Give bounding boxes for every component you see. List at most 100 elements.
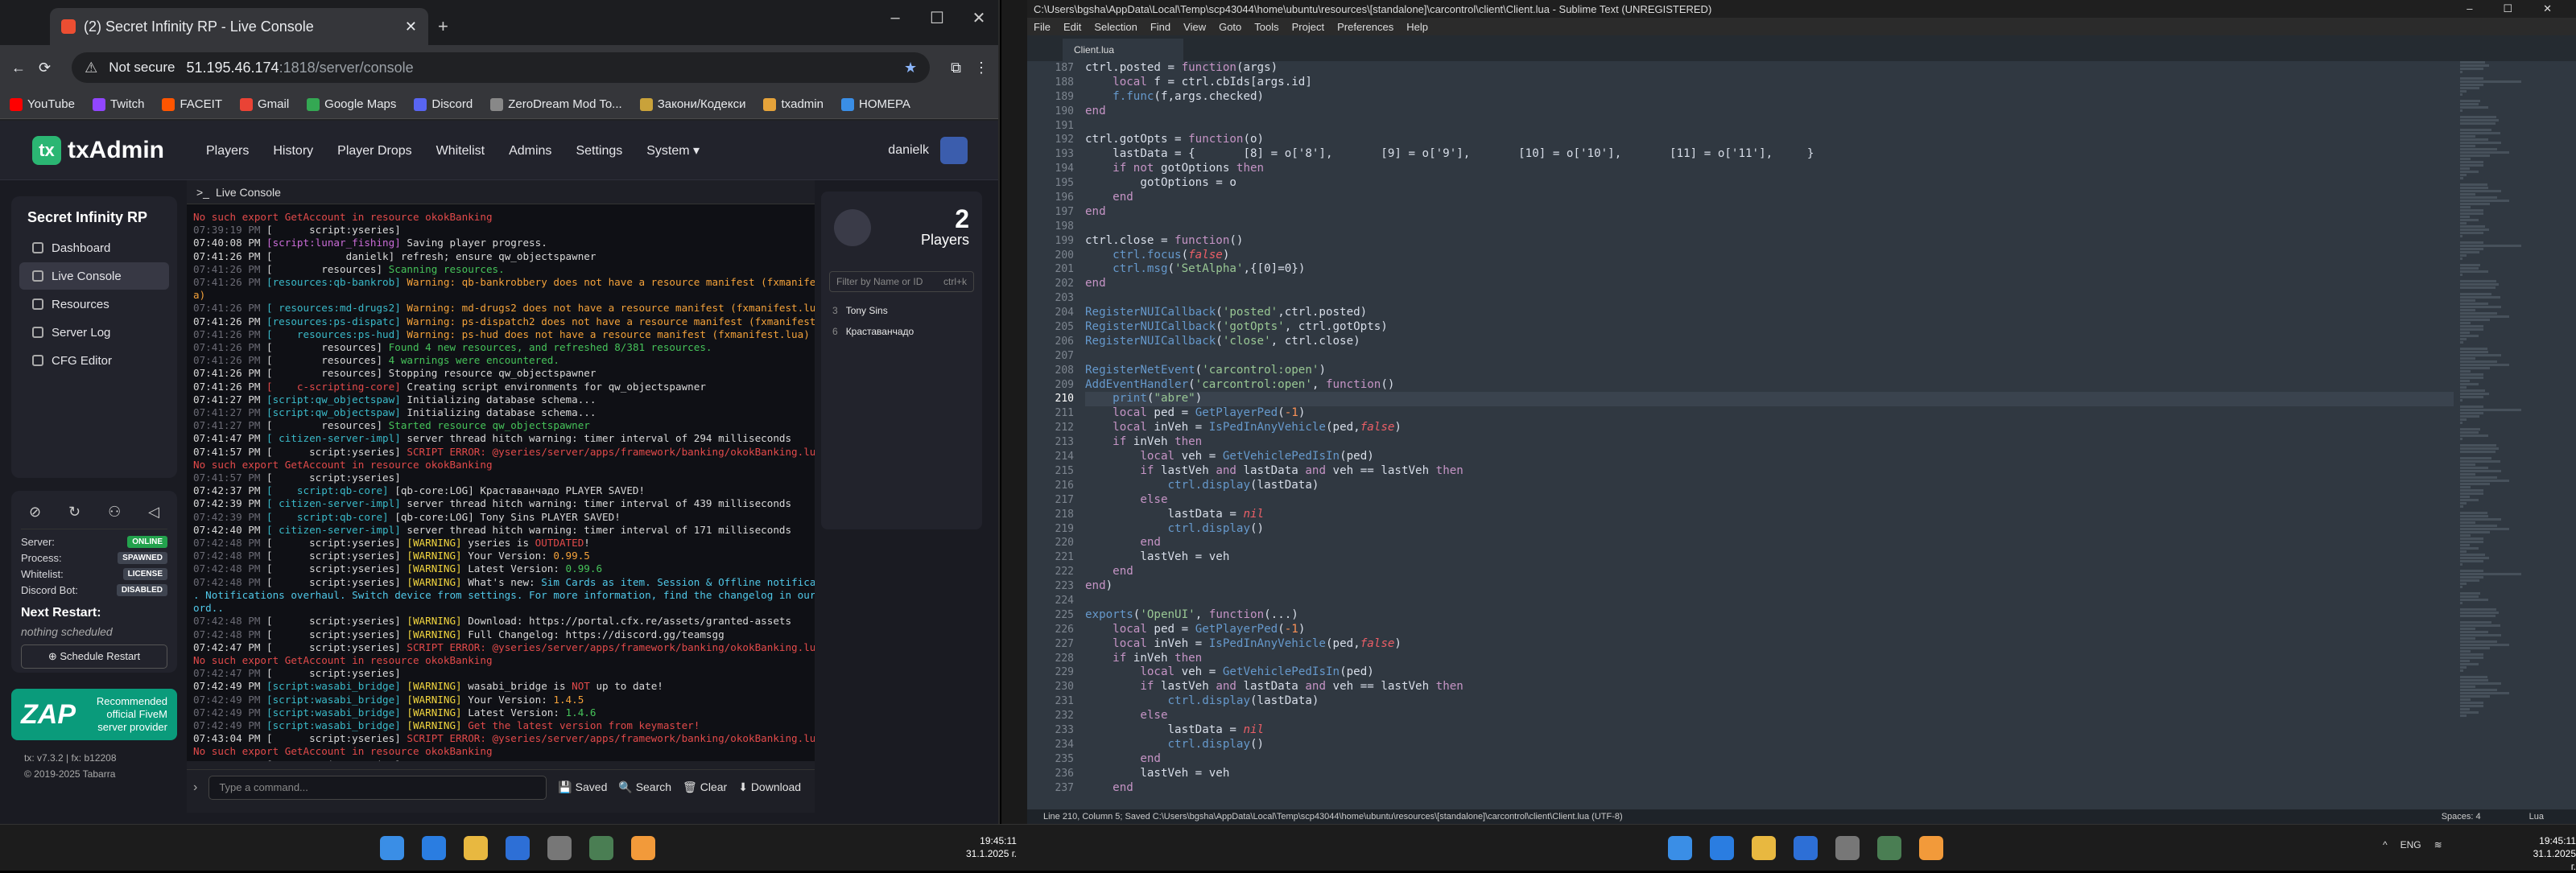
nav-link-6[interactable]: System ▾ — [646, 144, 700, 158]
sidebar-item-4[interactable]: CFG Editor — [19, 347, 169, 374]
indentation-setting[interactable]: Spaces: 4 — [2442, 812, 2481, 822]
nav-link-4[interactable]: Admins — [509, 144, 551, 158]
minimap-line — [2460, 161, 2483, 163]
app-icon-2[interactable] — [1877, 836, 1901, 860]
user-menu[interactable]: danielk — [888, 136, 968, 164]
sidebar-item-0[interactable]: Dashboard — [19, 234, 169, 261]
code-editor[interactable]: 187 188 189 190 191 192 193 194 195 196 197 198 199 2… — [1027, 61, 2521, 801]
bookmark-5[interactable]: Discord — [414, 97, 473, 111]
bookmark-6[interactable]: ZeroDream Mod To... — [490, 97, 622, 111]
menu-item-tools[interactable]: Tools — [1254, 21, 1278, 33]
sidebar-item-1[interactable]: Live Console — [19, 262, 169, 290]
back-icon[interactable]: ← — [11, 60, 26, 76]
clear-button[interactable]: 🗑 Clear — [683, 780, 727, 794]
sublime-icon[interactable] — [631, 836, 655, 860]
menu-item-preferences[interactable]: Preferences — [1337, 21, 1393, 33]
tray-arrow-icon[interactable]: ^ — [2383, 839, 2388, 850]
player-row[interactable]: 6 Краставанчадо — [821, 321, 982, 342]
menu-icon[interactable]: ⋮ — [974, 60, 989, 76]
app-icon[interactable] — [547, 836, 572, 860]
kick-all-icon[interactable]: ⚇ — [108, 504, 121, 521]
language-indicator[interactable]: ENG — [2401, 839, 2421, 850]
new-tab-icon[interactable]: + — [438, 16, 448, 37]
bookmark-7[interactable]: Закони/Кодекси — [639, 97, 745, 111]
file-explorer-icon[interactable] — [464, 836, 488, 860]
menu-item-edit[interactable]: Edit — [1063, 21, 1081, 33]
sublime-icon[interactable] — [1919, 836, 1943, 860]
close-icon[interactable]: ✕ — [2543, 2, 2552, 15]
command-input[interactable]: Type a command... — [208, 775, 547, 800]
clock-right[interactable]: 19:45:11 31.1.2025 г. — [2528, 834, 2576, 873]
close-icon[interactable]: ✕ — [958, 0, 998, 35]
extensions-icon[interactable]: ⧉ — [951, 60, 961, 76]
windows-start-icon[interactable] — [1668, 836, 1692, 860]
maximize-icon[interactable]: ☐ — [916, 0, 958, 35]
bookmark-4[interactable]: Google Maps — [307, 97, 396, 111]
edge-icon[interactable] — [1710, 836, 1734, 860]
minimap-line — [2460, 612, 2500, 614]
windows-start-icon[interactable] — [380, 836, 404, 860]
sidebar-item-2[interactable]: Resources — [19, 290, 169, 318]
warning-icon[interactable]: ⚠ — [85, 60, 97, 76]
menu-item-help[interactable]: Help — [1406, 21, 1428, 33]
minimize-icon[interactable]: – — [874, 0, 916, 35]
restart-icon[interactable]: ↻ — [68, 504, 80, 521]
player-row[interactable]: 3 Tony Sins — [821, 300, 982, 321]
console-segment: 07:42:48 PM — [193, 575, 266, 588]
syntax-setting[interactable]: Lua — [2529, 812, 2544, 822]
nav-link-2[interactable]: Player Drops — [337, 144, 411, 158]
tab-client-lua[interactable]: Client.lua — [1063, 39, 1183, 61]
nav-link-1[interactable]: History — [273, 144, 313, 158]
reload-icon[interactable]: ⟳ — [39, 60, 51, 76]
file-explorer-icon[interactable] — [1752, 836, 1776, 860]
console-segment: [WARNING] — [407, 693, 469, 706]
download-button[interactable]: ⬇ Download — [738, 780, 801, 794]
txadmin-logo[interactable]: tx txAdmin — [32, 135, 164, 165]
zap-hosting-banner[interactable]: ZAP Recommended official FiveM server pr… — [11, 689, 177, 740]
console-output[interactable]: No such export GetAccount in resource ok… — [187, 204, 815, 761]
search-button[interactable]: 🔍 Search — [618, 780, 671, 794]
code-area[interactable]: ctrl.posted = function(args) local f = c… — [1085, 61, 2454, 801]
menu-item-find[interactable]: Find — [1150, 21, 1170, 33]
url-field[interactable]: ⚠ Not secure 51.195.46.174:1818/server/c… — [72, 52, 931, 83]
app-icon-2[interactable] — [589, 836, 613, 860]
edge-icon[interactable] — [422, 836, 446, 860]
bookmark-8[interactable]: txadmin — [763, 97, 824, 111]
announce-icon[interactable]: ◁ — [148, 504, 159, 521]
browser-tab[interactable]: (2) Secret Infinity RP - Live Console ✕ — [50, 8, 428, 45]
minimap-line — [2460, 77, 2483, 80]
app-icon[interactable] — [1835, 836, 1860, 860]
wifi-icon[interactable]: ≋ — [2434, 839, 2442, 850]
bookmark-0[interactable]: YouTube — [10, 97, 75, 111]
bookmark-label: Gmail — [257, 97, 290, 111]
nav-link-5[interactable]: Settings — [576, 144, 622, 158]
menu-item-selection[interactable]: Selection — [1094, 21, 1137, 33]
nav-link-0[interactable]: Players — [206, 144, 249, 158]
saved-button[interactable]: 💾 Saved — [558, 780, 607, 794]
bookmark-2[interactable]: FACEIT — [162, 97, 222, 111]
vscode-icon[interactable] — [506, 836, 530, 860]
stop-icon[interactable]: ⊘ — [29, 504, 41, 521]
schedule-restart-button[interactable]: ⊕ Schedule Restart — [21, 644, 167, 669]
menu-item-project[interactable]: Project — [1292, 21, 1324, 33]
bookmark-1[interactable]: Twitch — [92, 97, 144, 111]
menu-item-view[interactable]: View — [1183, 21, 1206, 33]
maximize-icon[interactable]: ☐ — [2503, 2, 2512, 15]
vscode-icon[interactable] — [1794, 836, 1818, 860]
bookmark-star-icon[interactable]: ★ — [904, 60, 917, 76]
close-tab-icon[interactable]: ✕ — [405, 19, 417, 35]
console-segment: 07:41:27 PM — [193, 406, 266, 419]
menu-item-goto[interactable]: Goto — [1219, 21, 1241, 33]
minimap-line — [2460, 521, 2475, 524]
bookmark-9[interactable]: HOMEPA — [840, 97, 910, 111]
minimize-icon[interactable]: – — [2467, 2, 2472, 15]
clock-left[interactable]: 19:45:11 31.1.2025 г. — [966, 834, 1017, 860]
player-filter-input[interactable]: Filter by Name or ID ctrl+k — [829, 271, 974, 292]
server-control-buttons: ⊘ ↻ ⚇ ◁ — [21, 500, 167, 529]
menu-item-file[interactable]: File — [1034, 21, 1051, 33]
nav-link-3[interactable]: Whitelist — [436, 144, 485, 158]
not-secure-label[interactable]: Not secure — [109, 60, 175, 76]
minimap[interactable] — [2460, 61, 2521, 801]
sidebar-item-3[interactable]: Server Log — [19, 319, 169, 346]
bookmark-3[interactable]: Gmail — [239, 97, 290, 111]
